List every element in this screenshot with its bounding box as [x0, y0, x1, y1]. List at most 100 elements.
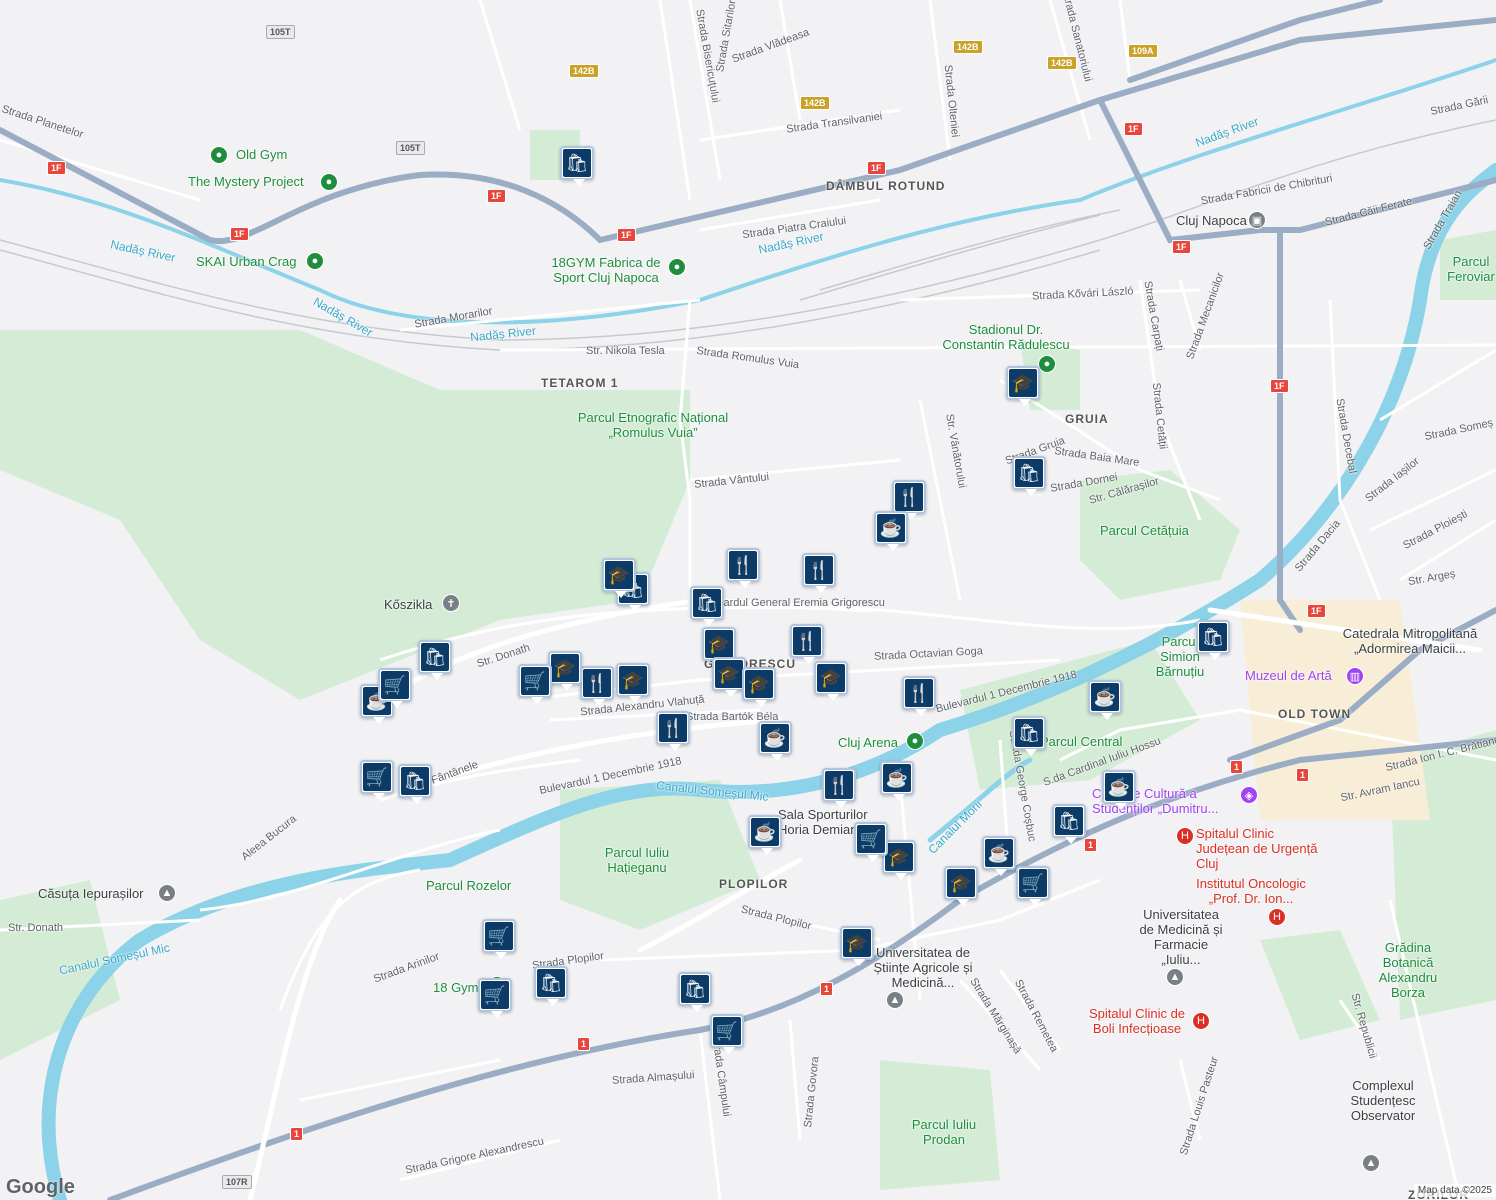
cafe-icon[interactable]: ☕	[748, 815, 782, 855]
poi-label[interactable]: Cluj Napoca	[1176, 213, 1247, 228]
park-label[interactable]: Grădina Botanică Alexandru Borza	[1368, 940, 1448, 1000]
poi-label[interactable]: Muzeul de Artă	[1245, 668, 1332, 683]
hospital-label[interactable]: Spitalul Clinic Județean de Urgență Cluj	[1196, 826, 1326, 871]
poi-label[interactable]: Cluj Arena	[838, 735, 898, 750]
gym-icon[interactable]: ●	[668, 258, 686, 276]
park-label[interactable]: Parcul Iuliu Prodan	[904, 1117, 984, 1147]
shopping-bag-icon[interactable]: 🛍	[1052, 804, 1086, 844]
school-icon[interactable]: ▲	[1362, 1154, 1380, 1172]
school-icon[interactable]: 🎓	[548, 651, 582, 691]
restaurant-icon[interactable]: 🍴	[580, 666, 614, 706]
gym-icon[interactable]: ●	[320, 173, 338, 191]
poi-label[interactable]: Catedrala Mitropolitană „Adormirea Maici…	[1330, 626, 1490, 656]
poi-label[interactable]: The Mystery Project	[188, 174, 304, 189]
park-label[interactable]: Parcul Cetățuia	[1100, 523, 1189, 538]
park-label[interactable]: Parcul Rozelor	[426, 878, 511, 893]
shopping-bag-icon[interactable]: 🛍	[534, 966, 568, 1006]
park-label[interactable]: Parcul Iuliu Hațieganu	[592, 845, 682, 875]
shopping-bag-icon: 🛍	[563, 149, 591, 177]
supermarket-cart-icon[interactable]: 🛒	[482, 919, 516, 959]
shopping-bag-icon[interactable]: 🛍	[398, 764, 432, 804]
supermarket-cart-icon[interactable]: 🛒	[710, 1014, 744, 1054]
supermarket-cart-icon[interactable]: 🛒	[854, 822, 888, 862]
school-icon: 🎓	[605, 561, 633, 589]
school-icon[interactable]: 🎓	[742, 667, 776, 707]
stadium-icon[interactable]: ●	[906, 732, 924, 750]
restaurant-icon[interactable]: 🍴	[802, 553, 836, 593]
cafe-icon[interactable]: ☕	[758, 721, 792, 761]
supermarket-cart-icon: 🛒	[363, 763, 391, 791]
district-label: PLOPILOR	[719, 877, 789, 891]
hospital-icon[interactable]: H	[1176, 827, 1194, 845]
poi-label[interactable]: Complexul Studențesc Observator	[1338, 1078, 1428, 1123]
route-shield: 1	[290, 1127, 304, 1141]
hospital-icon[interactable]: H	[1268, 908, 1286, 926]
train-station-icon[interactable]: ▣	[1248, 211, 1266, 229]
school-icon[interactable]: 🎓	[602, 558, 636, 598]
shopping-bag-icon[interactable]: 🛍	[690, 586, 724, 626]
school-icon[interactable]: 🎓	[702, 627, 736, 667]
restaurant-icon[interactable]: 🍴	[902, 676, 936, 716]
hospital-icon[interactable]: H	[1192, 1012, 1210, 1030]
route-shield: 107R	[222, 1175, 252, 1189]
cafe-icon[interactable]: ☕	[1102, 770, 1136, 810]
poi-label[interactable]: SKAI Urban Crag	[196, 254, 296, 269]
shopping-bag-icon[interactable]: 🛍	[560, 146, 594, 186]
restaurant-icon[interactable]: 🍴	[726, 548, 760, 588]
restaurant-icon[interactable]: 🍴	[892, 480, 926, 520]
park-label[interactable]: Parcul Feroviar	[1446, 254, 1496, 284]
poi-label[interactable]: Universitatea de Științe Agricole și Med…	[868, 945, 978, 990]
school-icon[interactable]: ▲	[1166, 968, 1184, 986]
school-icon: 🎓	[619, 666, 647, 694]
cafe-icon[interactable]: ☕	[874, 511, 908, 551]
school-icon[interactable]: 🎓	[814, 661, 848, 701]
restaurant-icon[interactable]: 🍴	[822, 768, 856, 808]
poi-label[interactable]: Old Gym	[236, 147, 287, 162]
church-icon[interactable]: ✝	[442, 594, 460, 612]
shopping-bag-icon: 🛍	[421, 643, 449, 671]
cafe-icon[interactable]: ☕	[880, 761, 914, 801]
hospital-label[interactable]: Institutul Oncologic „Prof. Dr. Ion...	[1186, 876, 1316, 906]
poi-label[interactable]: Stadionul Dr. Constantin Rădulescu	[936, 322, 1076, 352]
poi-label[interactable]: Kőszikla	[384, 597, 432, 612]
school-icon[interactable]: ▲	[886, 991, 904, 1009]
shopping-bag-icon[interactable]: 🛍	[678, 972, 712, 1012]
supermarket-cart-icon[interactable]: 🛒	[518, 664, 552, 704]
shopping-bag-icon[interactable]: 🛍	[1012, 456, 1046, 496]
shopping-bag-icon[interactable]: 🛍	[1012, 716, 1046, 756]
poi-label[interactable]: 18GYM Fabrica de Sport Cluj Napoca	[546, 255, 666, 285]
district-label: DÂMBUL ROTUND	[826, 179, 946, 193]
school-icon[interactable]: 🎓	[944, 866, 978, 906]
map-canvas[interactable]: 105T 105T 142B 142B 142B 142B 109A 1F 1F…	[0, 0, 1496, 1200]
supermarket-cart-icon[interactable]: 🛒	[1016, 866, 1050, 906]
stadium-icon[interactable]: ●	[1038, 355, 1056, 373]
school-icon[interactable]: 🎓	[712, 657, 746, 697]
attribution[interactable]: Map data ©2025	[1413, 1184, 1496, 1197]
park-label[interactable]: Parcul Etnografic Național „Romulus Vuia…	[568, 410, 738, 440]
gym-icon[interactable]: ●	[306, 252, 324, 270]
school-icon[interactable]: 🎓	[616, 663, 650, 703]
poi-label[interactable]: 18 Gym	[433, 980, 479, 995]
school-icon[interactable]: 🎓	[840, 926, 874, 966]
school-icon[interactable]: ▲	[158, 884, 176, 902]
route-shield: 1F	[617, 228, 636, 242]
cafe-icon[interactable]: ☕	[1088, 680, 1122, 720]
poi-label[interactable]: Căsuța Iepurașilor	[38, 886, 144, 901]
supermarket-cart-icon[interactable]: 🛒	[360, 760, 394, 800]
cafe-icon[interactable]: ☕	[982, 836, 1016, 876]
shopping-bag-icon: 🛍	[1055, 807, 1083, 835]
theater-icon[interactable]: ◈	[1240, 786, 1258, 804]
museum-icon[interactable]: ▥	[1346, 667, 1364, 685]
gym-icon[interactable]: ●	[210, 146, 228, 164]
park-label[interactable]: Parcul Central	[1040, 734, 1122, 749]
restaurant-icon[interactable]: 🍴	[656, 711, 690, 751]
shopping-bag-icon[interactable]: 🛍	[1196, 620, 1230, 660]
shopping-bag-icon: 🛍	[1015, 459, 1043, 487]
restaurant-icon[interactable]: 🍴	[790, 624, 824, 664]
supermarket-cart-icon[interactable]: 🛒	[378, 668, 412, 708]
poi-label[interactable]: Universitatea de Medicină și Farmacie „I…	[1136, 907, 1226, 967]
hospital-label[interactable]: Spitalul Clinic de Boli Infecțioase	[1082, 1006, 1192, 1036]
shopping-bag-icon[interactable]: 🛍	[418, 640, 452, 680]
school-icon[interactable]: 🎓	[1006, 366, 1040, 406]
supermarket-cart-icon[interactable]: 🛒	[478, 978, 512, 1018]
